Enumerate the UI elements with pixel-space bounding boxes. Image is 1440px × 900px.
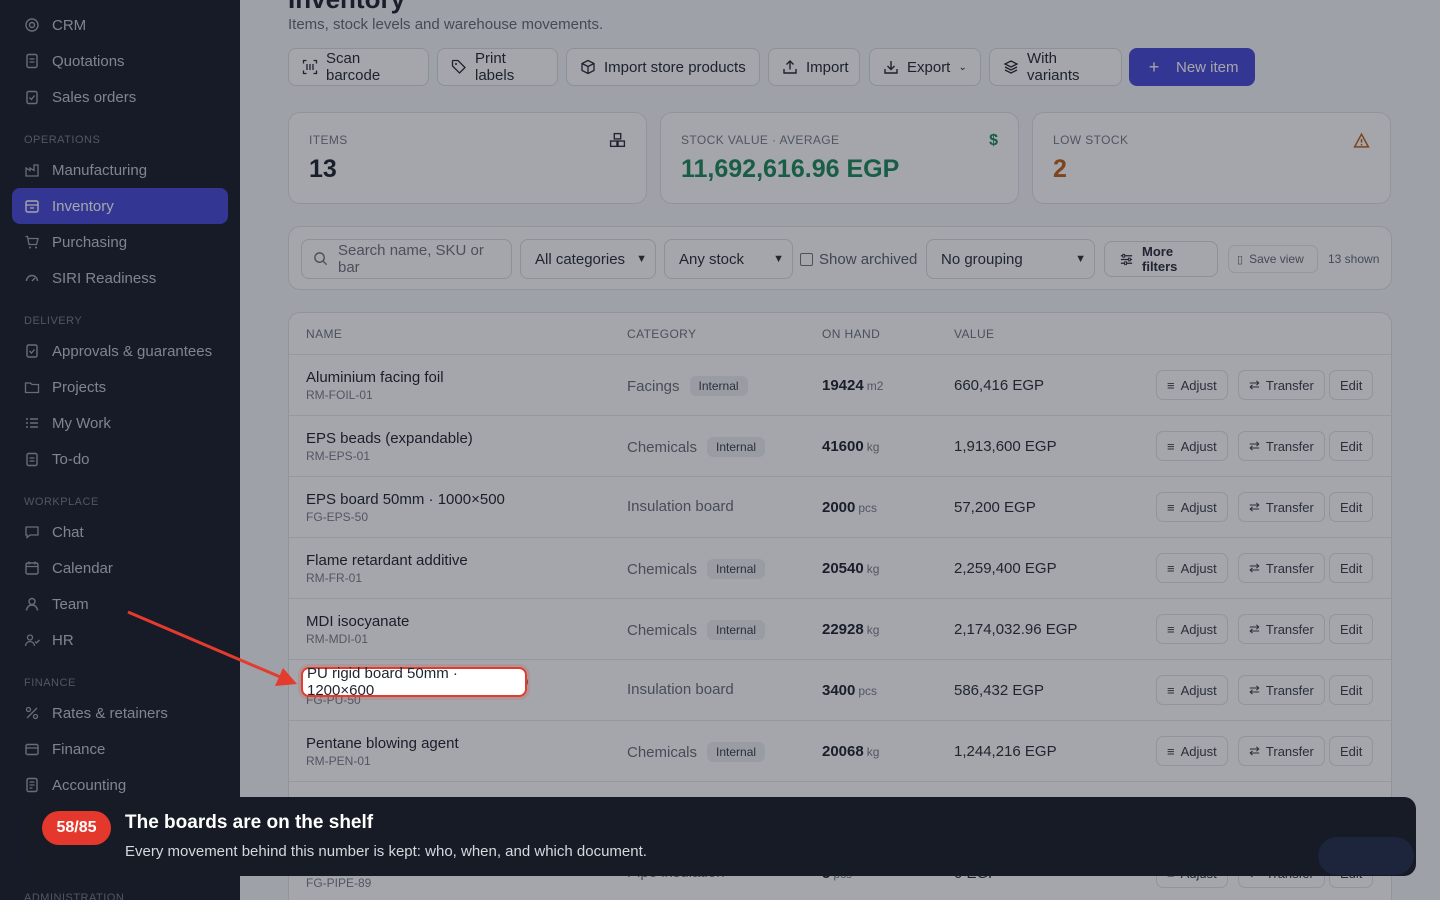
- tour-arrow: [127, 610, 297, 686]
- tour-text: Every movement behind this number is kep…: [125, 843, 647, 860]
- tour-highlight[interactable]: PU rigid board 50mm · 1200×600: [301, 665, 527, 699]
- tour-banner: 58/85 The boards are on the shelf Every …: [24, 797, 1416, 876]
- tour-title: The boards are on the shelf: [125, 812, 374, 833]
- chat-fab[interactable]: [1318, 837, 1414, 875]
- tour-step-badge: 58/85: [42, 811, 111, 845]
